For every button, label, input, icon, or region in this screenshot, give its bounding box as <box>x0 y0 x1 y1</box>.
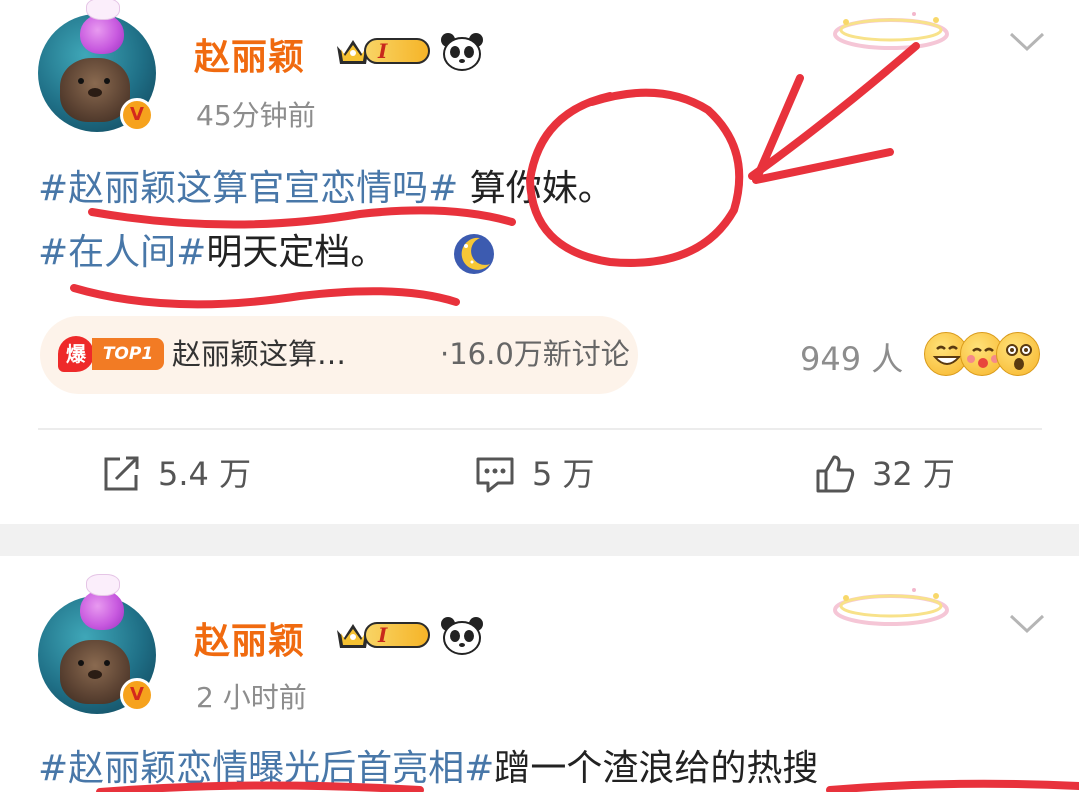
username[interactable]: 赵丽颖 <box>194 28 305 80</box>
avatar-pendant-icon <box>74 0 132 58</box>
post-body-text: 明天定档。 <box>206 232 387 273</box>
decorative-halo-icon <box>833 12 949 50</box>
crown-vip-badge-icon[interactable]: I <box>334 32 430 70</box>
topic-link[interactable]: #赵丽颖这算官宣恋情吗# <box>38 168 458 209</box>
comment-count: 5 万 <box>532 455 595 493</box>
post-body-text: 算你妹。 <box>458 168 614 209</box>
reaction-people-count[interactable]: 949 人 <box>800 334 903 380</box>
repost-button[interactable]: 5.4 万 <box>100 448 300 500</box>
like-button[interactable]: 32 万 <box>814 448 994 500</box>
share-edit-icon <box>104 456 139 491</box>
post-text-line: #赵丽颖这算官宣恋情吗# 算你妹。 <box>38 158 614 220</box>
vip-pill <box>364 622 430 648</box>
weibo-post-card: V 赵丽颖 I 45分钟前 #赵丽颖这算官宣恋情吗# 算你妹。 #在人间#明天定… <box>0 0 1079 524</box>
top1-tag: TOP1 <box>92 338 164 370</box>
post-text-line: #在人间#明天定档。 <box>38 222 386 284</box>
v-verified-badge-icon: V <box>120 98 154 132</box>
chevron-down-icon[interactable] <box>1008 612 1046 636</box>
weibo-post-card: V 赵丽颖 I 2 小时前 #赵丽颖恋情曝光后首亮相#蹭一个渣浪给的热搜 <box>0 556 1079 792</box>
topic-link[interactable]: #赵丽颖恋情曝光后首亮相# <box>38 748 494 789</box>
vip-level: I <box>378 39 388 63</box>
hot-search-chip[interactable]: 爆 TOP1 赵丽颖这算… ·16.0万新讨论 <box>40 316 638 394</box>
panda-icon <box>441 33 483 71</box>
hot-search-discussion-count: ·16.0万新讨论 <box>440 337 630 371</box>
comment-button[interactable]: 5 万 <box>474 448 634 500</box>
panda-icon <box>441 617 483 655</box>
avatar-pendant-icon <box>74 574 132 634</box>
decorative-halo-icon <box>833 588 949 626</box>
hot-search-title: 赵丽颖这算… <box>172 337 347 371</box>
username[interactable]: 赵丽颖 <box>194 612 305 664</box>
chevron-down-icon[interactable] <box>1008 30 1046 54</box>
repost-count: 5.4 万 <box>158 455 252 493</box>
bao-hot-icon: 爆 <box>58 336 94 372</box>
vip-level: I <box>378 623 388 647</box>
surprised-emoji-icon <box>996 332 1040 376</box>
crescent-moon-emoji-icon <box>454 234 494 274</box>
thumbs-up-icon <box>816 455 855 493</box>
vip-pill <box>364 38 430 64</box>
crown-vip-badge-icon[interactable]: I <box>334 616 430 654</box>
comment-icon <box>476 457 514 493</box>
topic-link[interactable]: #在人间# <box>38 232 206 273</box>
post-timestamp: 2 小时前 <box>196 681 307 714</box>
post-body-text: 蹭一个渣浪给的热搜 <box>494 748 819 789</box>
v-verified-badge-icon: V <box>120 678 154 712</box>
divider <box>38 428 1042 430</box>
post-timestamp: 45分钟前 <box>196 99 316 132</box>
like-count: 32 万 <box>872 455 955 493</box>
post-text-line: #赵丽颖恋情曝光后首亮相#蹭一个渣浪给的热搜 <box>38 738 818 792</box>
